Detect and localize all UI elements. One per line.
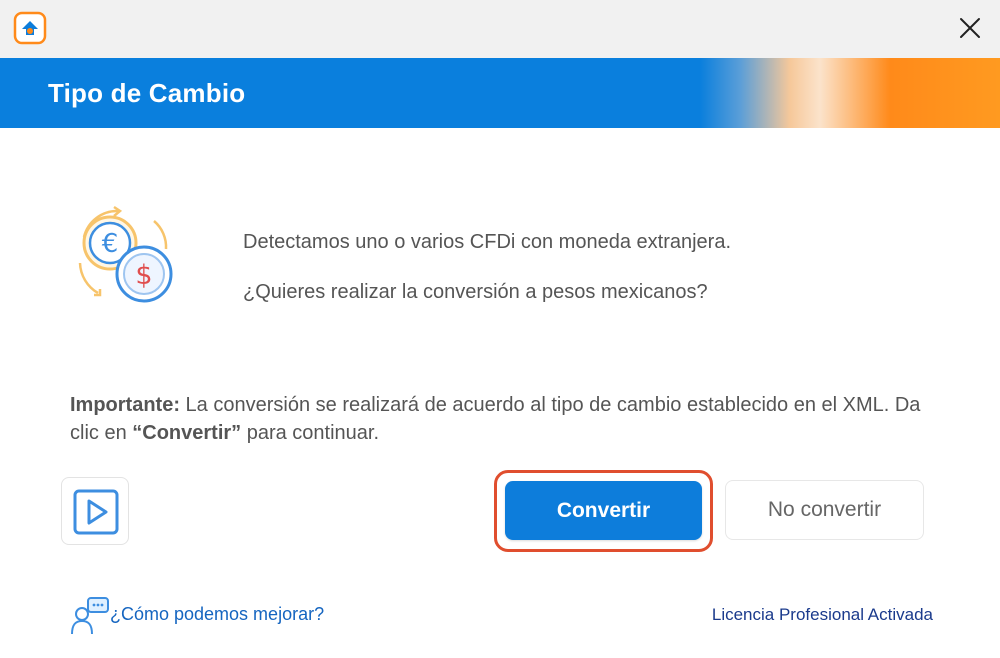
app-logo-icon bbox=[13, 11, 47, 45]
title-bar bbox=[0, 0, 1000, 58]
currency-exchange-icon: € $ bbox=[78, 205, 173, 303]
play-video-icon bbox=[73, 489, 119, 535]
svg-text:$: $ bbox=[135, 260, 152, 291]
conversion-question: ¿Quieres realizar la conversión a pesos … bbox=[243, 281, 708, 303]
no-convert-button[interactable]: No convertir bbox=[725, 480, 924, 540]
convert-button[interactable]: Convertir bbox=[505, 481, 702, 540]
close-button[interactable] bbox=[950, 8, 990, 48]
important-emphasis: “Convertir” bbox=[132, 422, 242, 444]
feedback-link-label[interactable]: ¿Cómo podemos mejorar? bbox=[110, 604, 324, 625]
dialog-title: Tipo de Cambio bbox=[48, 78, 246, 108]
feedback-chat-icon bbox=[71, 597, 109, 635]
important-text-end: para continuar. bbox=[241, 422, 380, 444]
svg-text:€: € bbox=[102, 229, 119, 259]
license-status: Licencia Profesional Activada bbox=[711, 605, 933, 624]
dialog-header: Tipo de Cambio bbox=[0, 58, 1000, 128]
important-label: Importante: bbox=[70, 394, 180, 416]
foreign-currency-message: Detectamos uno o varios CFDi con moneda … bbox=[243, 231, 732, 253]
important-note: Importante: La conversión se realizará d… bbox=[70, 391, 950, 447]
video-tutorial-button[interactable] bbox=[61, 477, 129, 545]
close-icon bbox=[960, 18, 980, 38]
